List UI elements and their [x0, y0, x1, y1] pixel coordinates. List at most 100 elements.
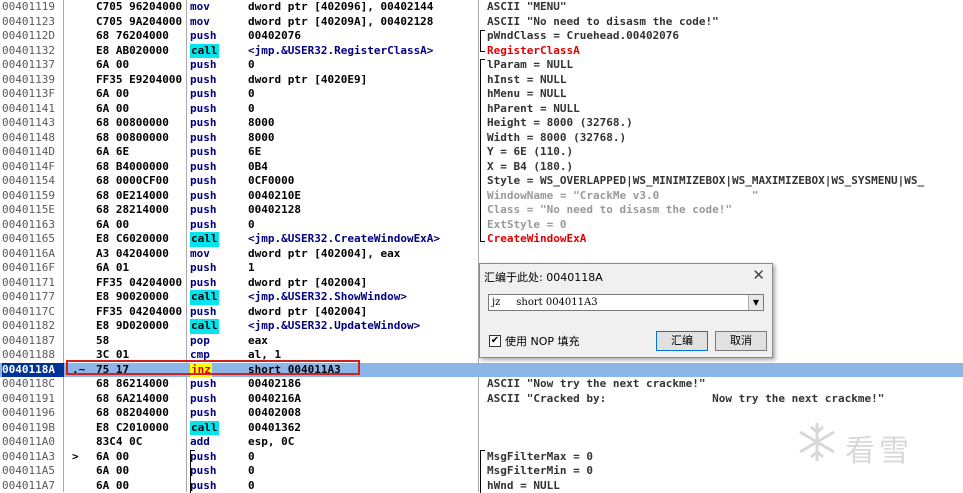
- operand-cell: dword ptr [402096], 00402144: [248, 0, 433, 15]
- address-cell: 0040114F: [2, 160, 55, 175]
- address-cell: 0040113F: [2, 87, 55, 102]
- operand-cell: 0040216A: [248, 392, 301, 407]
- comment-cell: RegisterClassA: [487, 44, 580, 59]
- mnemonic-cell: push: [190, 102, 217, 117]
- hex-bytes-cell: A3 04204000: [96, 247, 186, 262]
- comment-cell: MsgFilterMax = 0: [487, 450, 593, 465]
- hex-bytes-cell: 58: [96, 334, 186, 349]
- operand-cell: 00402186: [248, 377, 301, 392]
- operand-cell: dword ptr [402004]: [248, 276, 367, 291]
- hex-bytes-cell: E8 AB020000: [96, 44, 186, 59]
- mnemonic-cell: mov: [190, 15, 210, 30]
- operand-cell: 0CF0000: [248, 174, 294, 189]
- hex-bytes-cell: 6A 00: [96, 450, 186, 465]
- hex-bytes-cell: 68 0E214000: [96, 189, 186, 204]
- hex-bytes-cell: 68 6A214000: [96, 392, 186, 407]
- hex-bytes-cell: C705 96204000: [96, 0, 186, 15]
- address-cell: 00401143: [2, 116, 55, 131]
- address-cell: 00401163: [2, 218, 55, 233]
- operand-cell: dword ptr [402004], eax: [248, 247, 400, 262]
- operand-cell: dword ptr [40209A], 00402128: [248, 15, 433, 30]
- instruction-input[interactable]: jz short 004011A3: [492, 295, 598, 310]
- comment-cell: Width = 8000 (32768.): [487, 131, 626, 146]
- address-cell: 00401159: [2, 189, 55, 204]
- mnemonic-cell: call: [190, 232, 219, 247]
- operand-cell: 8000: [248, 116, 275, 131]
- operand-cell: <jmp.&USER32.ShowWindow>: [248, 290, 407, 305]
- mnemonic-cell: push: [190, 87, 217, 102]
- address-cell: 0040118C: [2, 377, 55, 392]
- operand-cell: esp, 0C: [248, 435, 294, 450]
- comment-cell: MsgFilterMin = 0: [487, 464, 593, 479]
- mnemonic-cell: push: [190, 392, 217, 407]
- cancel-button[interactable]: 取消: [715, 331, 767, 351]
- call-args-bracket: [480, 59, 485, 242]
- operand-cell: dword ptr [402004]: [248, 305, 367, 320]
- hex-bytes-cell: 6A 6E: [96, 145, 186, 160]
- address-cell: 004011A0: [2, 435, 55, 450]
- address-cell: 004011A7: [2, 479, 55, 493]
- mnemonic-cell: push: [190, 29, 217, 44]
- code-bracket: [190, 450, 195, 493]
- address-cell: 00401141: [2, 102, 55, 117]
- listing-row[interactable]: 00401123C705 9A204000movdword ptr [40209…: [0, 15, 963, 30]
- listing-row[interactable]: 0040118C68 86214000push00402186ASCII "No…: [0, 377, 963, 392]
- hex-bytes-cell: 68 76204000: [96, 29, 186, 44]
- hex-bytes-cell: 68 86214000: [96, 377, 186, 392]
- dialog-title: 汇编于此处: 0040118A: [484, 269, 603, 285]
- address-cell: 0040117C: [2, 305, 55, 320]
- address-cell: 00401177: [2, 290, 55, 305]
- comment-cell: Style = WS_OVERLAPPED|WS_MINIMIZEBOX|WS_…: [487, 174, 924, 189]
- operand-cell: dword ptr [4020E9]: [248, 73, 367, 88]
- address-cell: 00401154: [2, 174, 55, 189]
- operand-cell: 00402008: [248, 406, 301, 421]
- listing-row[interactable]: 0040119668 08204000push00402008: [0, 406, 963, 421]
- chevron-down-icon[interactable]: ▼: [748, 295, 763, 310]
- nop-fill-label[interactable]: 使用 NOP 填充: [505, 333, 580, 349]
- comment-cell: lParam = NULL: [487, 58, 573, 73]
- address-cell: 0040115E: [2, 203, 55, 218]
- operand-cell: <jmp.&USER32.UpdateWindow>: [248, 319, 420, 334]
- hex-bytes-cell: 6A 00: [96, 58, 186, 73]
- watermark-text: 看雪: [845, 426, 913, 470]
- comment-cell: hParent = NULL: [487, 102, 580, 117]
- mnemonic-cell: push: [190, 189, 217, 204]
- assemble-button[interactable]: 汇编: [656, 331, 708, 351]
- listing-row[interactable]: 0040119168 6A214000push0040216AASCII "Cr…: [0, 392, 963, 407]
- assemble-dialog: 汇编于此处: 0040118A ✕ jz short 004011A3 ▼ ✔ …: [479, 263, 773, 358]
- operand-cell: 00402076: [248, 29, 301, 44]
- listing-row[interactable]: 0040116AA3 04204000movdword ptr [402004]…: [0, 247, 963, 262]
- operand-cell: 0: [248, 450, 255, 465]
- address-cell: 00401139: [2, 73, 55, 88]
- comment-cell: Class = "No need to disasm the code!": [487, 203, 732, 218]
- mnemonic-cell: push: [190, 131, 217, 146]
- operand-cell: 0: [248, 464, 255, 479]
- address-cell: 00401171: [2, 276, 55, 291]
- comment-cell: hMenu = NULL: [487, 87, 566, 102]
- operand-cell: 0: [248, 218, 255, 233]
- address-cell: 0040112D: [2, 29, 55, 44]
- operand-cell: 0: [248, 58, 255, 73]
- close-icon[interactable]: ✕: [752, 266, 765, 284]
- nop-fill-checkbox[interactable]: ✔: [489, 335, 501, 347]
- operand-cell: 0B4: [248, 160, 268, 175]
- hex-bytes-cell: FF35 04204000: [96, 305, 186, 320]
- address-cell: 0040119B: [2, 421, 55, 436]
- address-cell: 00401165: [2, 232, 55, 247]
- instruction-combobox[interactable]: jz short 004011A3 ▼: [488, 294, 764, 311]
- address-cell: 00401148: [2, 131, 55, 146]
- operand-cell: 6E: [248, 145, 261, 160]
- hex-bytes-cell: 6A 00: [96, 218, 186, 233]
- address-cell: 00401187: [2, 334, 55, 349]
- mnemonic-cell: push: [190, 174, 217, 189]
- operand-cell: <jmp.&USER32.CreateWindowExA>: [248, 232, 440, 247]
- mnemonic-cell: call: [190, 44, 219, 59]
- mnemonic-cell: pop: [190, 334, 210, 349]
- listing-row[interactable]: 00401119C705 96204000movdword ptr [40209…: [0, 0, 963, 15]
- comment-cell: ASCII "Cracked by: Now try the next crac…: [487, 392, 884, 407]
- comment-cell: WindowName = "CrackMe v3.0 ": [487, 189, 759, 204]
- watermark: 看雪: [795, 420, 955, 470]
- mnemonic-cell: call: [190, 319, 219, 334]
- mnemonic-cell: push: [190, 73, 217, 88]
- mnemonic-cell: push: [190, 160, 217, 175]
